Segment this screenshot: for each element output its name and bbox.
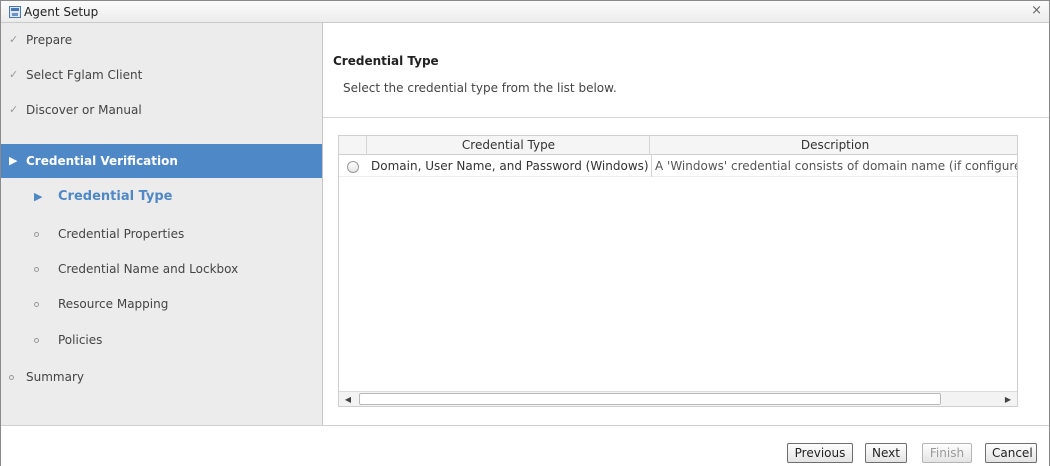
column-header-description[interactable]: Description [651, 136, 1017, 155]
scroll-right-icon[interactable]: ▶ [1001, 392, 1015, 406]
arrow-right-icon: ▶ [34, 190, 43, 203]
step-label: Credential Properties [58, 227, 185, 241]
bullet-icon [34, 287, 39, 321]
bullet-icon [9, 360, 14, 394]
next-button[interactable]: Next [865, 443, 907, 463]
window-title: Agent Setup [24, 5, 99, 19]
previous-button[interactable]: Previous [787, 443, 853, 463]
step-label: Summary [26, 370, 84, 384]
check-icon: ✓ [9, 103, 19, 116]
bullet-icon [34, 252, 39, 286]
wizard-steps-sidebar: ✓ Prepare ✓ Select Fglam Client ✓ Discov… [1, 23, 323, 425]
step-label: Resource Mapping [58, 297, 169, 311]
step-label: Discover or Manual [26, 103, 142, 117]
step-prepare[interactable]: ✓ Prepare [1, 23, 322, 57]
finish-button[interactable]: Finish [922, 443, 972, 463]
check-icon: ✓ [9, 33, 19, 46]
step-policies[interactable]: Policies [1, 323, 322, 357]
agent-setup-icon [9, 6, 21, 18]
page-header: Credential Type Select the credential ty… [323, 23, 1049, 118]
check-icon: ✓ [9, 68, 19, 81]
cell-credential-type: Domain, User Name, and Password (Windows… [371, 159, 649, 173]
table-header: Credential Type Description [339, 136, 1017, 155]
main-panel: Credential Type Select the credential ty… [323, 23, 1049, 425]
step-label: Policies [58, 333, 103, 347]
step-label: Credential Name and Lockbox [58, 262, 239, 276]
step-credential-properties[interactable]: Credential Properties [1, 217, 322, 251]
table-row[interactable]: Domain, User Name, and Password (Windows… [339, 155, 1017, 177]
step-summary[interactable]: Summary [1, 360, 322, 394]
scrollbar-thumb[interactable] [359, 393, 941, 405]
step-credential-name-and-lockbox[interactable]: Credential Name and Lockbox [1, 252, 322, 286]
step-label: Prepare [26, 33, 73, 47]
column-header-credential-type[interactable]: Credential Type [368, 136, 650, 155]
agent-setup-window: Agent Setup × ✓ Prepare ✓ Select Fglam C… [0, 0, 1050, 466]
step-credential-verification[interactable]: ▶ Credential Verification [1, 144, 322, 178]
horizontal-scrollbar[interactable]: ◀ ▶ [339, 391, 1017, 406]
step-credential-type[interactable]: ▶ Credential Type [1, 180, 322, 214]
scroll-left-icon[interactable]: ◀ [341, 392, 355, 406]
arrow-right-icon: ▶ [9, 154, 18, 167]
step-discover-or-manual[interactable]: ✓ Discover or Manual [1, 93, 322, 127]
cell-description: A 'Windows' credential consists of domai… [651, 155, 1017, 177]
step-label: Credential Type [58, 189, 173, 204]
step-label: Credential Verification [26, 154, 178, 168]
wizard-footer: Previous Next Finish Cancel [1, 425, 1049, 466]
step-select-fglam-client[interactable]: ✓ Select Fglam Client [1, 58, 322, 92]
close-icon[interactable]: × [1031, 3, 1042, 18]
title-bar: Agent Setup × [1, 1, 1049, 23]
page-description: Select the credential type from the list… [343, 81, 617, 95]
credential-type-table: Credential Type Description Domain, User… [338, 135, 1018, 407]
bullet-icon [34, 217, 39, 251]
page-title: Credential Type [333, 54, 439, 68]
row-radio-button[interactable] [347, 161, 359, 173]
cancel-button[interactable]: Cancel [985, 443, 1037, 463]
step-label: Select Fglam Client [26, 68, 143, 82]
step-resource-mapping[interactable]: Resource Mapping [1, 287, 322, 321]
bullet-icon [34, 323, 39, 357]
select-column-header [339, 136, 367, 155]
